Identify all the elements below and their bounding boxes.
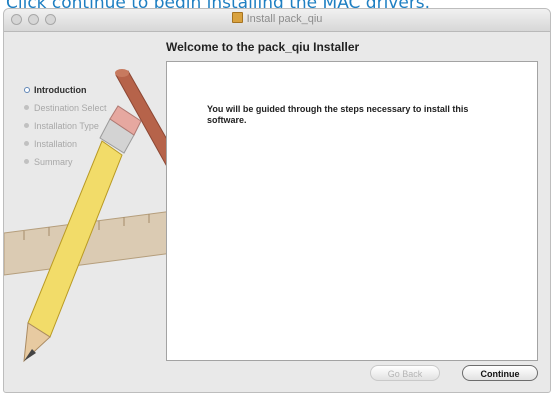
- package-icon: [231, 12, 243, 23]
- step-bullet-icon: [24, 87, 30, 93]
- step-label: Installation Type: [34, 121, 99, 131]
- continue-button[interactable]: Continue: [462, 365, 538, 381]
- step-bullet-icon: [24, 141, 29, 146]
- step-label: Summary: [34, 157, 73, 167]
- window-title-text: Install pack_qiu: [246, 13, 323, 25]
- window-title: Install pack_qiu: [4, 12, 550, 25]
- step-label: Destination Select: [34, 103, 107, 113]
- installer-steps: Introduction Destination Select Installa…: [24, 81, 107, 171]
- title-bar: Install pack_qiu: [4, 9, 550, 32]
- step-summary: Summary: [24, 153, 107, 171]
- step-label: Introduction: [34, 85, 87, 95]
- go-back-button[interactable]: Go Back: [370, 365, 440, 381]
- step-installation: Installation: [24, 135, 107, 153]
- step-destination-select: Destination Select: [24, 99, 107, 117]
- step-bullet-icon: [24, 159, 29, 164]
- step-label: Installation: [34, 139, 78, 149]
- step-installation-type: Installation Type: [24, 117, 107, 135]
- content-panel: You will be guided through the steps nec…: [166, 61, 538, 361]
- step-introduction: Introduction: [24, 81, 107, 99]
- intro-message: You will be guided through the steps nec…: [207, 104, 469, 125]
- step-bullet-icon: [24, 105, 29, 110]
- step-bullet-icon: [24, 123, 29, 128]
- welcome-heading: Welcome to the pack_qiu Installer: [166, 40, 360, 54]
- installer-window: Install pack_qiu Welcome to the pack_qiu…: [3, 8, 551, 393]
